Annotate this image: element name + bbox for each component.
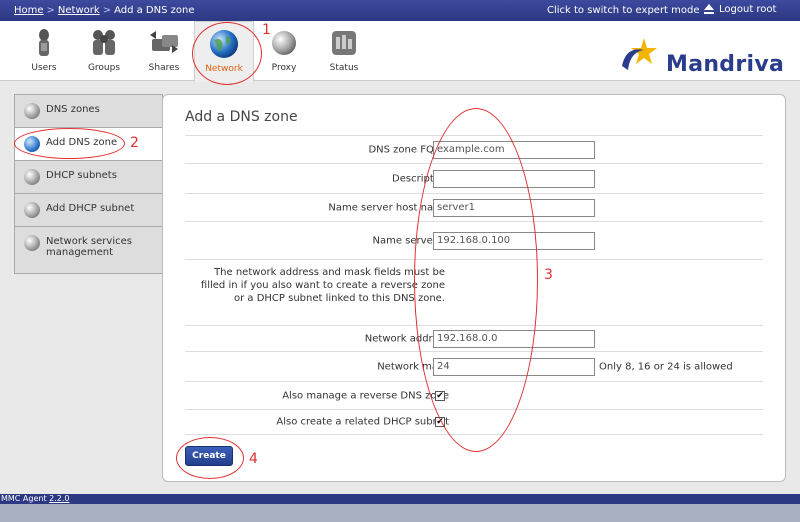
- annotation-circle-4: [176, 437, 244, 479]
- module-users[interactable]: Users: [14, 21, 74, 81]
- sphere-icon: [24, 103, 40, 119]
- module-shares-label: Shares: [148, 63, 180, 73]
- sidebar-item-label: Add DHCP subnet: [46, 203, 135, 214]
- annotation-number-2: 2: [130, 135, 139, 151]
- annotation-number-1: 1: [262, 22, 271, 38]
- shares-icon: [150, 31, 178, 53]
- sphere-icon: [24, 169, 40, 185]
- sidebar-item-label: DHCP subnets: [46, 170, 117, 181]
- sidebar-item-add-dhcp-subnet[interactable]: Add DHCP subnet: [15, 194, 162, 227]
- status-icon: [332, 31, 356, 55]
- footer-prefix: MMC Agent: [1, 494, 50, 503]
- module-status[interactable]: Status: [314, 21, 374, 81]
- sidebar-item-network-services[interactable]: Network services management: [15, 227, 162, 273]
- top-bar: Home > Network > Add a DNS zone Click to swi…: [0, 0, 800, 21]
- module-status-label: Status: [329, 63, 359, 73]
- sidebar-item-dns-zones[interactable]: DNS zones: [15, 95, 162, 128]
- groups-icon: [93, 30, 115, 55]
- module-groups-label: Groups: [87, 63, 121, 73]
- users-icon: [39, 29, 49, 56]
- annotation-number-4: 4: [249, 451, 258, 467]
- footer: MMC Agent 2.2.0: [0, 494, 800, 504]
- sidebar-item-label: DNS zones: [46, 104, 100, 115]
- net-mask-hint: Only 8, 16 or 24 is allowed: [599, 361, 733, 372]
- proxy-icon: [272, 31, 296, 55]
- breadcrumb-current: Add a DNS zone: [114, 5, 195, 16]
- annotation-ellipse-3: [414, 108, 538, 452]
- breadcrumb-separator: >: [102, 5, 112, 16]
- expert-mode-link[interactable]: Click to switch to expert mode: [547, 5, 700, 16]
- breadcrumb-home[interactable]: Home: [14, 5, 44, 16]
- sidebar-item-label: Network services management: [46, 236, 132, 258]
- module-proxy-label: Proxy: [271, 63, 297, 73]
- page-title: Add a DNS zone: [185, 109, 298, 125]
- breadcrumb-network[interactable]: Network: [58, 5, 100, 16]
- footer-background: [0, 504, 800, 522]
- eject-icon: [703, 4, 715, 15]
- logout-link[interactable]: Logout root: [703, 4, 776, 15]
- sidebar: DNS zones Add DNS zone DHCP subnets Add …: [14, 94, 163, 274]
- breadcrumb: Home > Network > Add a DNS zone: [14, 5, 195, 16]
- breadcrumb-separator: >: [46, 5, 55, 16]
- sphere-icon: [24, 235, 40, 251]
- logo-text: Mandriva: [666, 52, 785, 77]
- reverse-label: Also manage a reverse DNS zone: [282, 390, 449, 401]
- annotation-circle-1: [192, 22, 262, 85]
- module-groups[interactable]: Groups: [74, 21, 134, 81]
- footer-version-link[interactable]: 2.2.0: [49, 494, 69, 503]
- module-users-label: Users: [31, 63, 57, 73]
- logout-label: Logout root: [719, 4, 777, 15]
- sidebar-item-dhcp-subnets[interactable]: DHCP subnets: [15, 161, 162, 194]
- dhcp-label: Also create a related DHCP subnet: [276, 416, 449, 428]
- network-note: The network address and mask fields must…: [200, 267, 445, 304]
- sphere-icon: [24, 202, 40, 218]
- annotation-circle-2: [14, 128, 125, 159]
- annotation-number-3: 3: [544, 267, 553, 283]
- module-shares[interactable]: Shares: [134, 21, 194, 81]
